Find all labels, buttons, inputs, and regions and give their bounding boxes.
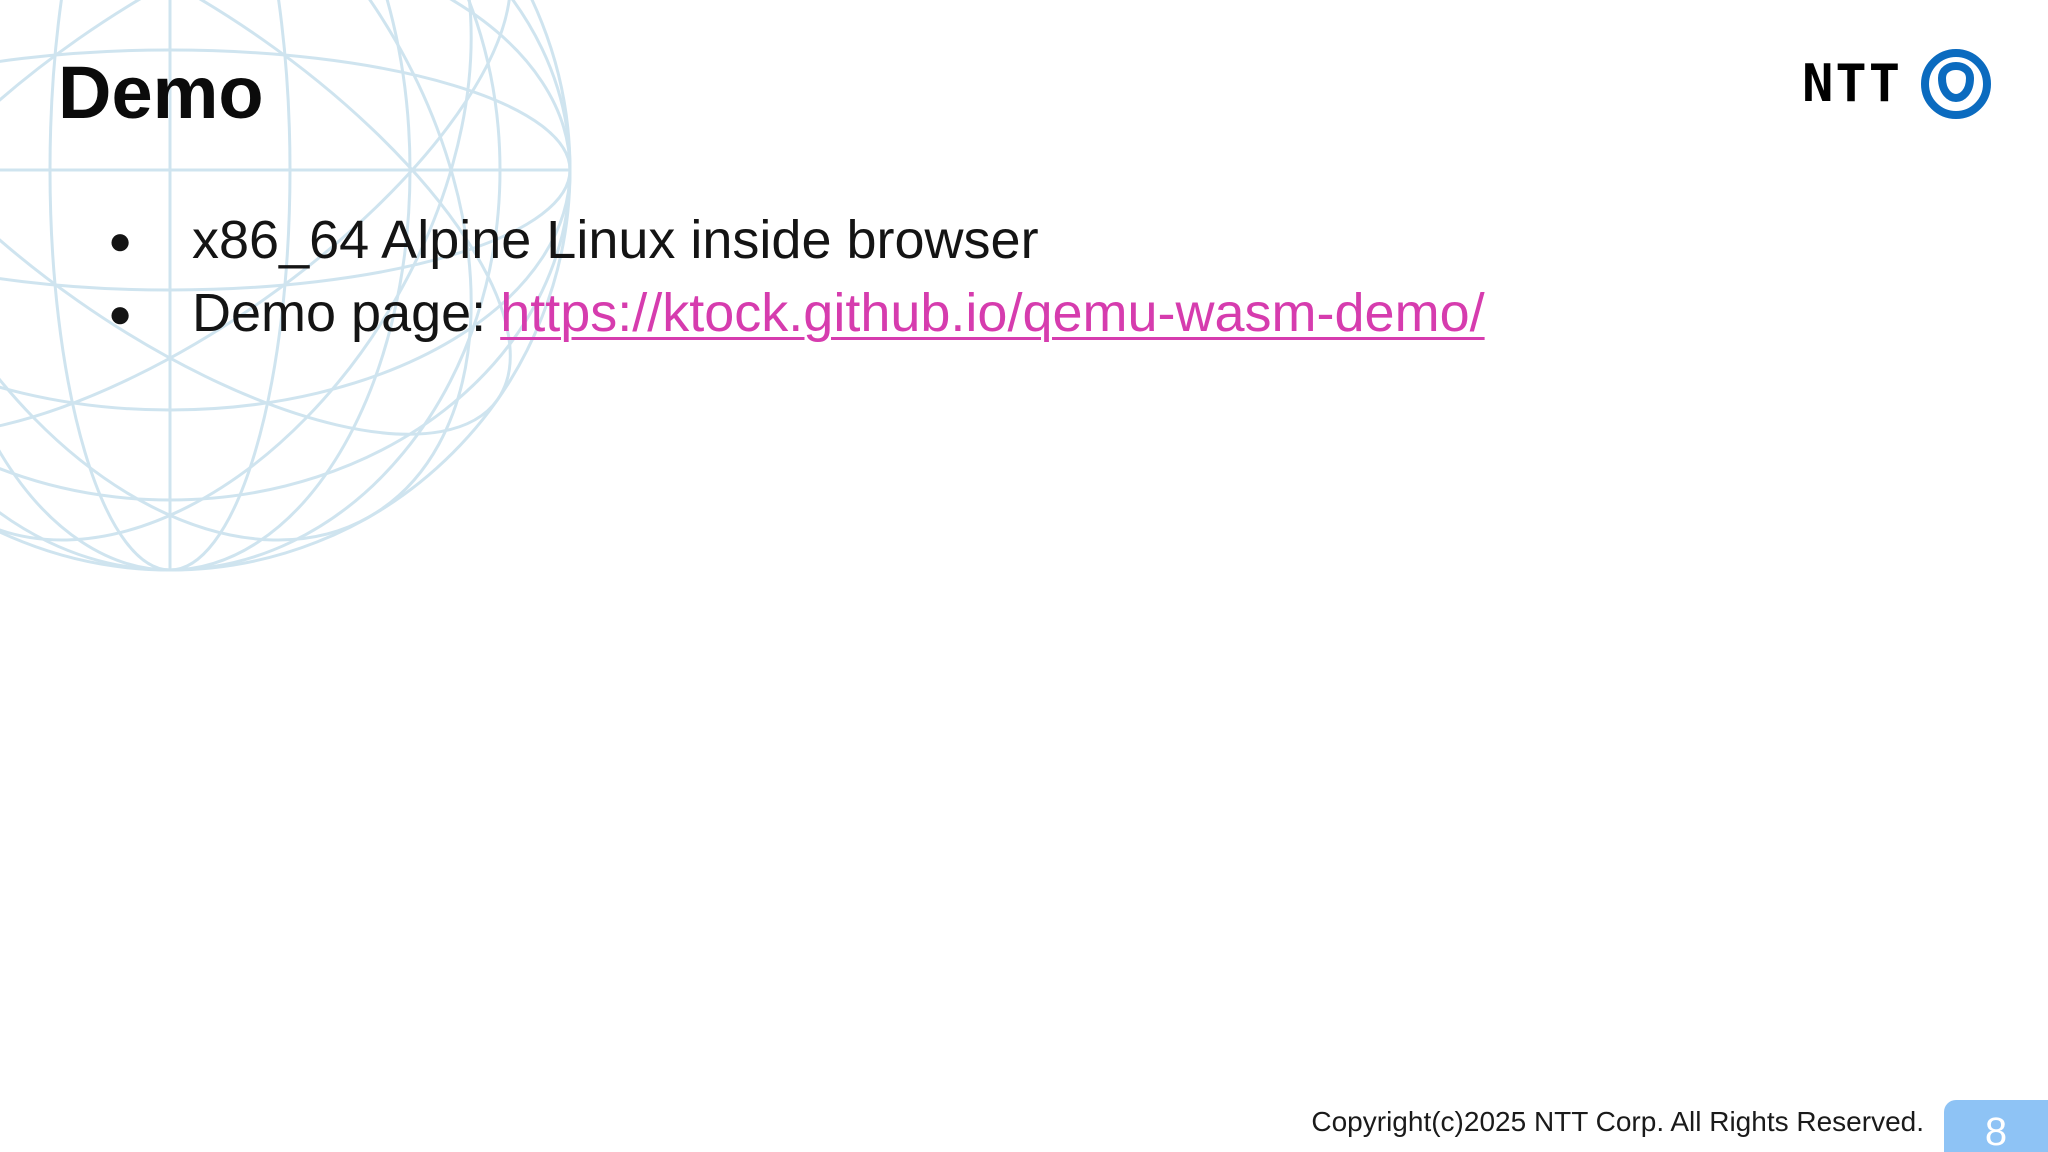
bullet-marker: ● bbox=[108, 292, 133, 336]
ntt-logo-icon bbox=[1921, 49, 1991, 119]
slide-title: Demo bbox=[58, 51, 264, 134]
list-item: ● Demo page: https://ktock.github.io/qem… bbox=[108, 279, 1485, 352]
bullet-marker: ● bbox=[108, 219, 133, 263]
bullet-label: Demo page: bbox=[192, 283, 487, 343]
bullet-text: x86_64 Alpine Linux inside browser bbox=[192, 210, 1039, 270]
page-number-badge: 8 bbox=[1944, 1100, 2048, 1152]
slide: Demo NTT ● x86_64 Alpine Linux inside br… bbox=[0, 0, 2048, 1152]
ntt-logo: NTT bbox=[1802, 48, 1992, 120]
demo-page-link[interactable]: https://ktock.github.io/qemu-wasm-demo/ bbox=[500, 279, 1484, 347]
list-item: ● x86_64 Alpine Linux inside browser bbox=[108, 206, 1485, 279]
copyright-footer: Copyright(c)2025 NTT Corp. All Rights Re… bbox=[1311, 1106, 1924, 1137]
logo-text: NTT bbox=[1802, 54, 1902, 114]
bullet-list: ● x86_64 Alpine Linux inside browser ● D… bbox=[108, 206, 1485, 352]
